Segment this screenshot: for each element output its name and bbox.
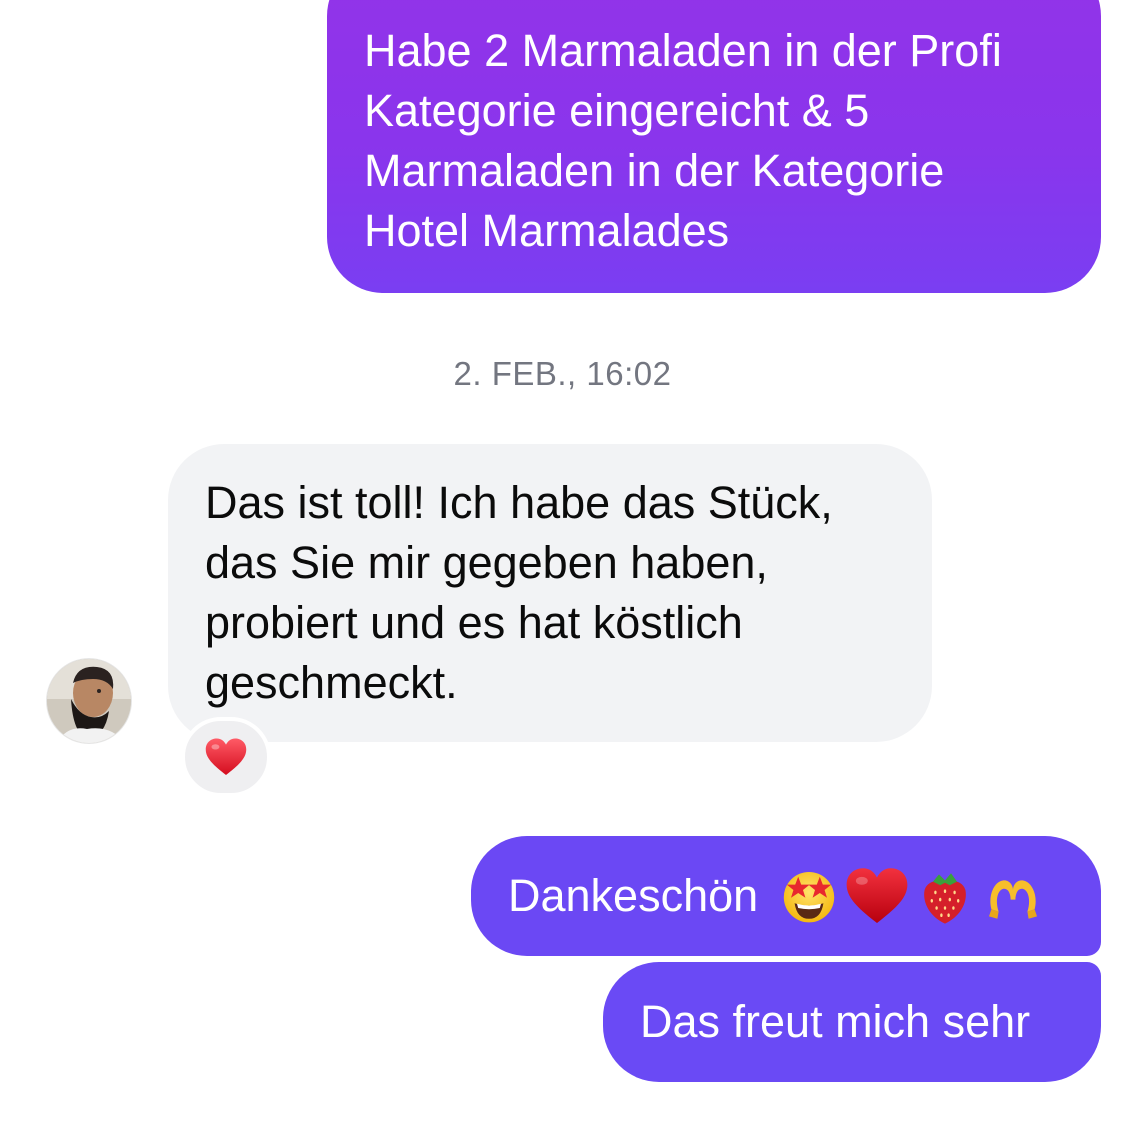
strawberry-emoji-icon [912, 866, 978, 926]
heart-hands-emoji-icon [980, 866, 1046, 926]
emoji-group [776, 866, 1048, 926]
person-photo-icon [47, 659, 131, 743]
incoming-message-bubble[interactable]: Das ist toll! Ich habe das Stück, das Si… [168, 444, 932, 742]
red-heart-emoji-icon [204, 736, 248, 778]
message-reaction[interactable] [181, 717, 271, 797]
red-heart-emoji-icon [844, 866, 910, 926]
outgoing-message-bubble[interactable]: Das freut mich sehr [603, 962, 1101, 1082]
message-text: Dankeschön [508, 870, 759, 921]
outgoing-message-bubble[interactable]: Habe 2 Marmaladen in der Profi Kategorie… [327, 0, 1101, 293]
message-timestamp: 2. FEB., 16:02 [453, 355, 672, 392]
outgoing-message-bubble[interactable]: Dankeschön [471, 836, 1101, 956]
contact-avatar[interactable] [47, 659, 131, 743]
star-struck-emoji-icon [776, 866, 842, 926]
